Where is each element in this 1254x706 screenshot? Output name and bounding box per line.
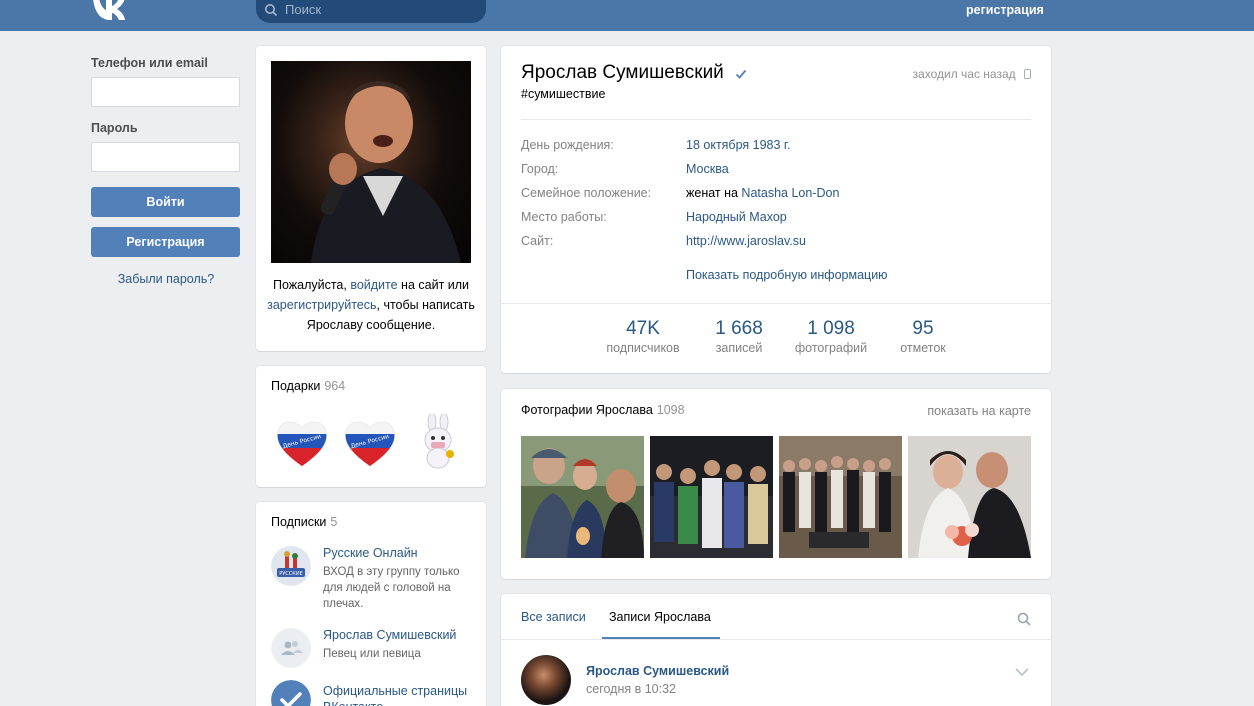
bunny-gift-icon[interactable] — [410, 414, 466, 470]
heart-russia-gift-icon[interactable]: День России — [342, 414, 398, 470]
search-icon[interactable] — [1017, 612, 1031, 626]
group-logo-icon: РУССКИЕ — [271, 546, 311, 586]
birthday-link[interactable]: 18 октября 1983 г. — [686, 138, 790, 152]
vk-logo-icon[interactable] — [91, 0, 125, 20]
photo-thumbnail[interactable] — [521, 436, 644, 558]
counter-value: 1 098 — [807, 318, 855, 339]
online-status-text: заходил час назад — [912, 67, 1016, 81]
divider — [501, 303, 1051, 304]
login-form: Телефон или email Пароль Войти Регистрац… — [91, 46, 241, 286]
subscription-name[interactable]: Ярослав Сумишевский — [323, 628, 456, 642]
profile-card: Ярослав Сумишевский #сумишествие заходил… — [501, 46, 1051, 373]
subscriptions-card: Подписки 5 РУССКИЕ Русские Онлайн ВХОД в … — [256, 502, 486, 706]
profile-name: Ярослав Сумишевский — [521, 62, 724, 83]
login-inline-link[interactable]: войдите — [350, 278, 397, 292]
counter-value: 1 668 — [715, 318, 763, 339]
divider — [521, 119, 1031, 120]
svg-text:РУССКИЕ: РУССКИЕ — [279, 571, 303, 577]
gifts-card[interactable]: Подарки 964 День России День России — [256, 366, 486, 487]
counter-value: 95 — [912, 318, 934, 339]
prompt-text-2: на сайт или — [397, 278, 470, 292]
prompt-text-1: Пожалуйста, — [272, 278, 351, 292]
counter-label: отметок — [900, 341, 946, 355]
photo-art — [650, 436, 773, 558]
online-status: заходил час назад — [913, 67, 1031, 81]
photo-thumbnail[interactable] — [908, 436, 1031, 558]
work-link[interactable]: Народный Махор — [686, 210, 787, 224]
subscriptions-title-text: Подписки — [271, 515, 327, 529]
heart-russia-gift-icon[interactable]: День России — [274, 414, 330, 470]
subscription-desc: Певец или певица — [323, 648, 421, 660]
login-prompt-text: Пожалуйста, войдите на сайт или зарегист… — [266, 275, 476, 335]
photo-thumbnail[interactable] — [650, 436, 773, 558]
photos-count: 1098 — [656, 403, 685, 417]
profile-status: #сумишествие — [521, 87, 606, 101]
show-on-map-link[interactable]: показать на карте — [927, 404, 1031, 418]
phone-label: Телефон или email — [91, 56, 208, 70]
phone-email-field[interactable] — [91, 77, 240, 107]
counter-photos[interactable]: 1 098 фотографий — [791, 318, 871, 355]
photos-title-text: Фотографии Ярослава — [521, 403, 653, 417]
search-placeholder: Поиск — [285, 2, 322, 17]
subscriptions-count: 5 — [330, 515, 338, 529]
chevron-down-icon[interactable] — [1015, 668, 1029, 676]
avatar-card: Пожалуйста, войдите на сайт или зарегист… — [256, 46, 486, 351]
search-input[interactable]: Поиск — [256, 0, 486, 23]
photos-card: Фотографии Ярослава 1098 показать на карт… — [501, 389, 1051, 579]
profile-photo[interactable] — [271, 61, 471, 263]
register-inline-link[interactable]: зарегистрируйтесь — [267, 298, 376, 312]
photo-art — [521, 436, 644, 558]
counter-followers[interactable]: 47K подписчиков — [603, 318, 683, 355]
info-key: Сайт: — [521, 234, 554, 248]
register-link[interactable]: регистрация — [966, 3, 1044, 17]
counter-posts[interactable]: 1 668 записей — [704, 318, 774, 355]
people-icon — [271, 628, 311, 668]
gifts-title-text: Подарки — [271, 379, 321, 393]
post-author-name[interactable]: Ярослав Сумишевский — [586, 664, 729, 678]
info-key: День рождения: — [521, 138, 614, 152]
photo-art — [908, 436, 1031, 558]
register-button[interactable]: Регистрация — [91, 227, 240, 257]
counter-label: фотографий — [794, 341, 868, 355]
counter-tags[interactable]: 95 отметок — [893, 318, 953, 355]
counter-label: подписчиков — [606, 341, 680, 355]
forgot-password-link[interactable]: Забыли пароль? — [91, 272, 241, 286]
tab-all-posts[interactable]: Все записи — [521, 610, 586, 624]
top-header: Поиск регистрация — [0, 0, 1254, 31]
gifts-count: 964 — [324, 379, 346, 393]
password-field[interactable] — [91, 142, 240, 172]
post-author-avatar[interactable] — [521, 655, 571, 705]
photos-title[interactable]: Фотографии Ярослава 1098 — [521, 403, 685, 417]
spouse-link[interactable]: Natasha Lon-Don — [741, 186, 839, 200]
wall-card: Все записи Записи Ярослава Ярослав Сумиш… — [501, 594, 1051, 706]
photo-art — [779, 436, 902, 558]
show-more-info-link[interactable]: Показать подробную информацию — [686, 268, 888, 282]
gifts-title: Подарки 964 — [271, 379, 345, 393]
login-button[interactable]: Войти — [91, 187, 240, 217]
counter-label: записей — [715, 341, 763, 355]
relationship-text: женат на — [686, 186, 742, 200]
mobile-icon — [1024, 69, 1031, 79]
subscription-name[interactable]: Официальные страницы ВКонтакте — [323, 683, 473, 706]
checkmark-icon — [271, 680, 311, 706]
info-key: Город: — [521, 162, 559, 176]
subscription-desc: ВХОД в эту группу только для людей с гол… — [323, 566, 460, 610]
subscriptions-title[interactable]: Подписки 5 — [271, 515, 337, 529]
password-label: Пароль — [91, 121, 138, 135]
post-timestamp[interactable]: сегодня в 10:32 — [586, 682, 676, 696]
photo-thumbnail[interactable] — [779, 436, 902, 558]
divider — [501, 639, 1051, 640]
tab-own-posts[interactable]: Записи Ярослава — [609, 610, 711, 624]
info-key: Семейное положение: — [521, 186, 652, 200]
subscription-name[interactable]: Русские Онлайн — [323, 546, 418, 560]
counter-value: 47K — [626, 318, 660, 339]
info-key: Место работы: — [521, 210, 607, 224]
city-link[interactable]: Москва — [686, 162, 729, 176]
search-icon — [265, 4, 278, 17]
verified-checkmark-icon[interactable] — [735, 68, 747, 80]
profile-photo-art — [311, 81, 461, 263]
site-link[interactable]: http://www.jaroslav.su — [686, 234, 806, 248]
